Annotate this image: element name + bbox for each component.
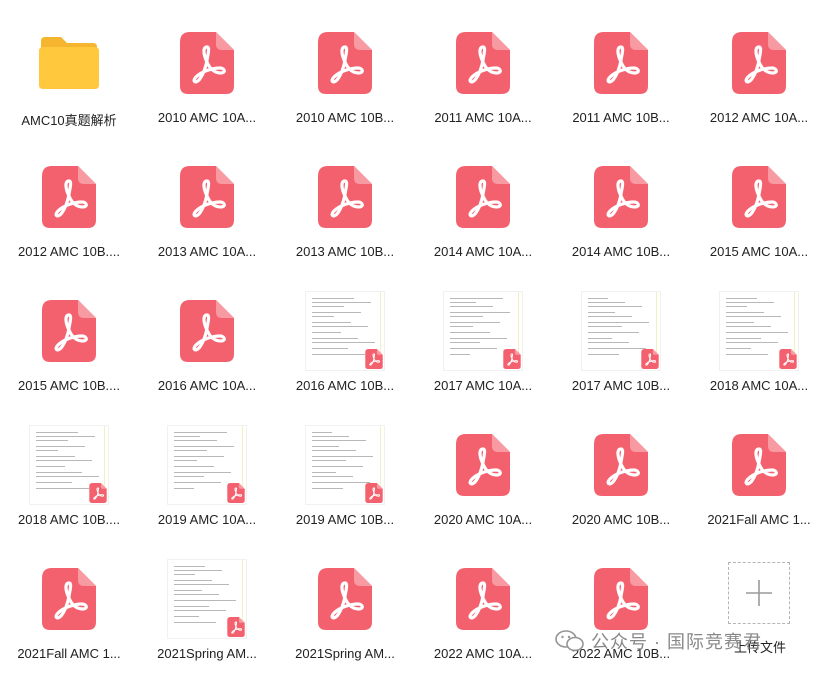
pdf-icon xyxy=(690,162,824,232)
file-label: 2010 AMC 10A... xyxy=(157,110,257,125)
file-item[interactable]: 2017 AMC 10A... xyxy=(414,278,552,412)
watermark: 公众号 · 国际竞赛君 xyxy=(555,628,762,654)
file-label: 2020 AMC 10B... xyxy=(571,512,671,527)
plus-icon xyxy=(746,580,772,606)
file-label: AMC10真题解析 xyxy=(21,113,117,128)
pdf-icon xyxy=(0,564,138,634)
pdf-icon xyxy=(414,28,552,98)
pdf-icon xyxy=(276,28,414,98)
file-item[interactable]: 2019 AMC 10B... xyxy=(276,412,414,546)
file-item[interactable]: 2015 AMC 10A... xyxy=(690,144,824,278)
file-label: 2014 AMC 10A... xyxy=(433,244,533,259)
file-item[interactable]: 2020 AMC 10B... xyxy=(552,412,690,546)
pdf-thumbnail-icon xyxy=(276,425,414,505)
file-item[interactable]: 2015 AMC 10B.... xyxy=(0,278,138,412)
file-label: 2015 AMC 10B.... xyxy=(18,378,120,393)
file-item[interactable]: 2013 AMC 10A... xyxy=(138,144,276,278)
file-item[interactable]: 2021Spring AM... xyxy=(276,546,414,680)
pdf-icon xyxy=(414,162,552,232)
file-label: 2021Fall AMC 1... xyxy=(17,646,121,661)
file-item[interactable]: 2012 AMC 10A... xyxy=(690,10,824,144)
file-label: 2013 AMC 10A... xyxy=(157,244,257,259)
file-label: 2020 AMC 10A... xyxy=(433,512,533,527)
file-item[interactable]: 2019 AMC 10A... xyxy=(138,412,276,546)
file-item[interactable]: 2017 AMC 10B... xyxy=(552,278,690,412)
file-label: 2018 AMC 10B.... xyxy=(18,512,120,527)
file-item[interactable]: 2010 AMC 10A... xyxy=(138,10,276,144)
pdf-icon xyxy=(552,564,690,634)
file-item[interactable]: 2021Fall AMC 1... xyxy=(690,412,824,546)
file-label: 2015 AMC 10A... xyxy=(709,244,809,259)
upload-button[interactable] xyxy=(728,562,790,624)
pdf-thumbnail-icon xyxy=(276,291,414,371)
file-item[interactable]: 2022 AMC 10B... xyxy=(552,546,690,680)
pdf-icon xyxy=(0,296,138,366)
file-label: 2019 AMC 10B... xyxy=(295,512,395,527)
file-label: 2017 AMC 10A... xyxy=(433,378,533,393)
file-item[interactable]: 2016 AMC 10A... xyxy=(138,278,276,412)
file-label: 2019 AMC 10A... xyxy=(157,512,257,527)
pdf-icon xyxy=(138,162,276,232)
file-item[interactable]: 2022 AMC 10A... xyxy=(414,546,552,680)
file-label: 2016 AMC 10B... xyxy=(295,378,395,393)
file-label: 2021Spring AM... xyxy=(157,646,257,661)
file-item[interactable]: 2014 AMC 10B... xyxy=(552,144,690,278)
pdf-icon xyxy=(138,28,276,98)
file-label: 2011 AMC 10B... xyxy=(572,110,670,125)
pdf-icon xyxy=(0,162,138,232)
file-item[interactable]: 2013 AMC 10B... xyxy=(276,144,414,278)
wechat-icon xyxy=(555,630,584,652)
file-label: 2011 AMC 10A... xyxy=(434,110,532,125)
watermark-text: 公众号 · 国际竞赛君 xyxy=(591,632,762,652)
pdf-thumbnail-icon xyxy=(414,291,552,371)
file-item[interactable]: 2018 AMC 10A... xyxy=(690,278,824,412)
file-grid: AMC10真题解析 2010 AMC 10A... 2010 AMC 10B... 2… xyxy=(0,0,824,677)
file-item[interactable]: 2021Fall AMC 1... xyxy=(0,546,138,680)
pdf-icon xyxy=(552,28,690,98)
file-item[interactable]: 2011 AMC 10B... xyxy=(552,10,690,144)
file-item[interactable]: 2011 AMC 10A... xyxy=(414,10,552,144)
pdf-thumbnail-icon xyxy=(138,559,276,639)
file-label: 2012 AMC 10B.... xyxy=(18,244,120,259)
file-item[interactable]: 2012 AMC 10B.... xyxy=(0,144,138,278)
file-item[interactable]: 2010 AMC 10B... xyxy=(276,10,414,144)
folder-item[interactable]: AMC10真题解析 xyxy=(0,10,138,144)
pdf-icon xyxy=(276,564,414,634)
pdf-icon xyxy=(690,28,824,98)
pdf-thumbnail-icon xyxy=(0,425,138,505)
pdf-thumbnail-icon xyxy=(690,291,824,371)
file-label: 2014 AMC 10B... xyxy=(571,244,671,259)
file-label: 2013 AMC 10B... xyxy=(295,244,395,259)
file-label: 2016 AMC 10A... xyxy=(157,378,257,393)
file-label: 2017 AMC 10B... xyxy=(571,378,671,393)
folder-icon xyxy=(0,28,138,98)
pdf-icon xyxy=(690,430,824,500)
file-item[interactable]: 2014 AMC 10A... xyxy=(414,144,552,278)
file-label: 2010 AMC 10B... xyxy=(295,110,395,125)
pdf-icon xyxy=(414,430,552,500)
file-label: 2012 AMC 10A... xyxy=(709,110,809,125)
file-item[interactable]: 2021Spring AM... xyxy=(138,546,276,680)
file-item[interactable]: 2016 AMC 10B... xyxy=(276,278,414,412)
file-label: 2018 AMC 10A... xyxy=(709,378,809,393)
pdf-icon xyxy=(138,296,276,366)
file-item[interactable]: 2018 AMC 10B.... xyxy=(0,412,138,546)
file-label: 2021Spring AM... xyxy=(295,646,395,661)
pdf-thumbnail-icon xyxy=(552,291,690,371)
file-label: 2022 AMC 10A... xyxy=(433,646,533,661)
pdf-icon xyxy=(414,564,552,634)
pdf-icon xyxy=(552,162,690,232)
pdf-thumbnail-icon xyxy=(138,425,276,505)
pdf-icon xyxy=(276,162,414,232)
file-label: 2021Fall AMC 1... xyxy=(707,512,811,527)
file-item[interactable]: 2020 AMC 10A... xyxy=(414,412,552,546)
pdf-icon xyxy=(552,430,690,500)
